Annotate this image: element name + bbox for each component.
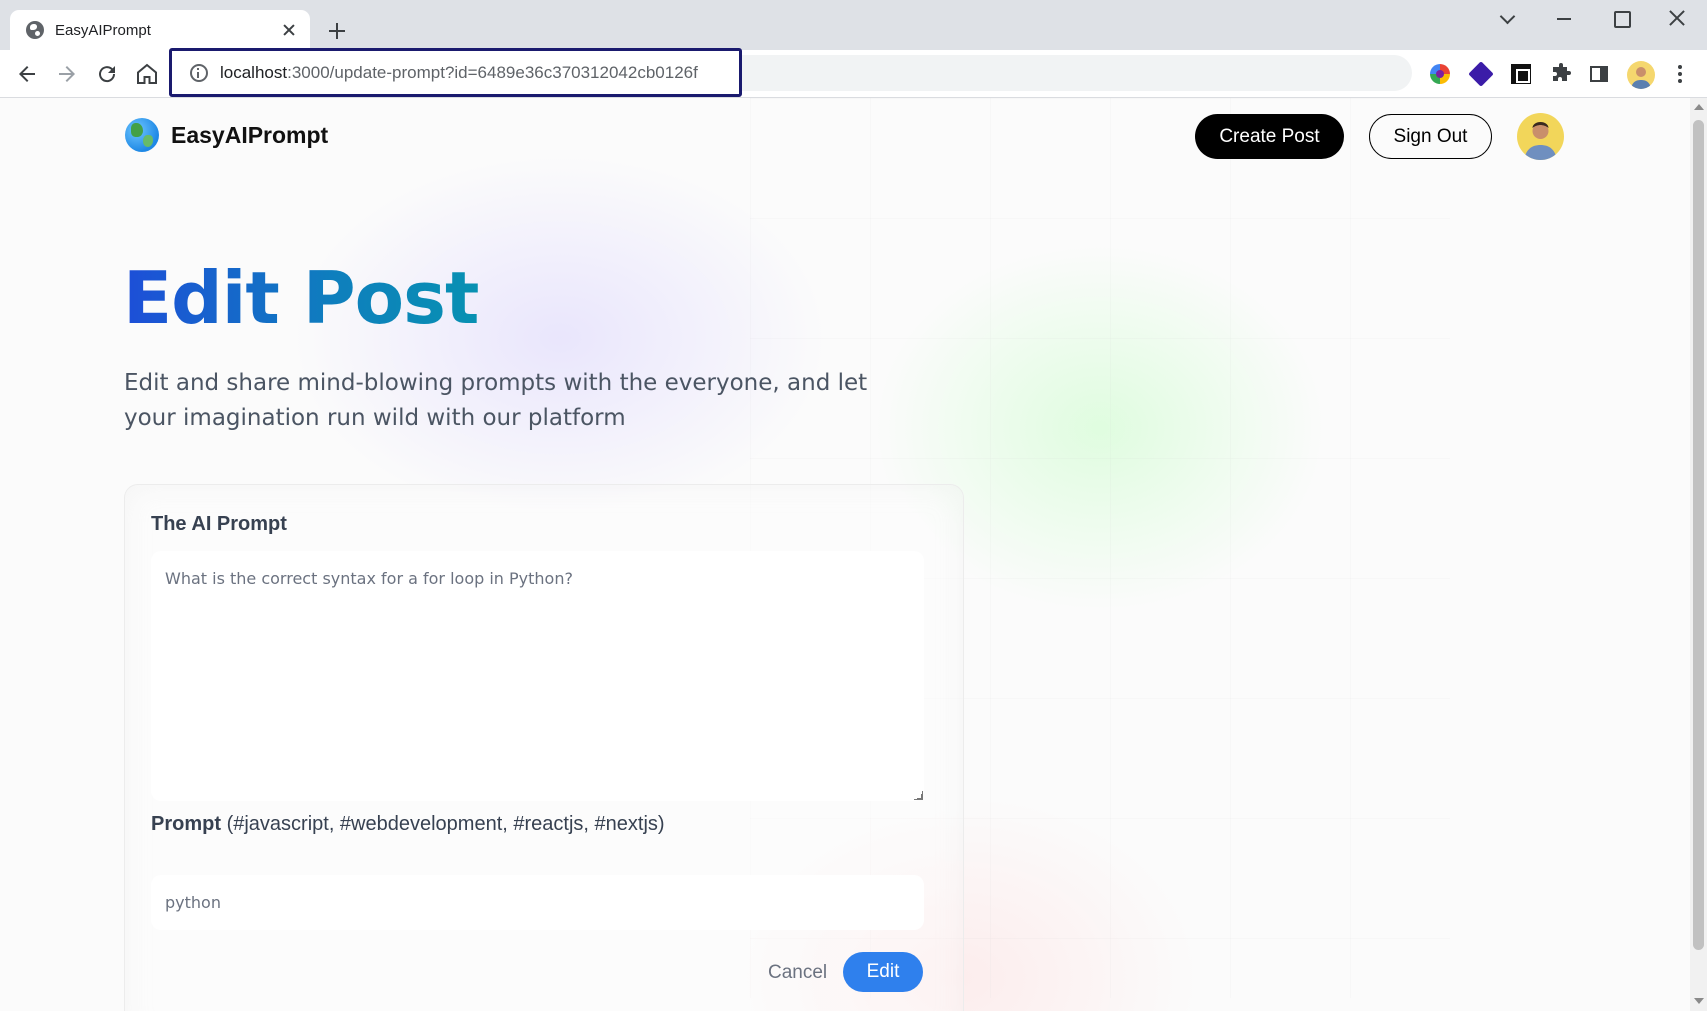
- square-extension-icon[interactable]: [1511, 64, 1531, 84]
- tab-title: EasyAIPrompt: [55, 21, 151, 39]
- minimize-button[interactable]: [1550, 6, 1578, 30]
- scroll-down-icon[interactable]: [1694, 998, 1704, 1004]
- page-title: Edit Post: [123, 256, 479, 340]
- create-post-button[interactable]: Create Post: [1195, 114, 1344, 159]
- url-path: :3000/update-prompt?id=6489e36c370312042…: [287, 62, 698, 82]
- prompt-label-text: The AI Prompt: [151, 513, 287, 535]
- info-icon[interactable]: [190, 63, 208, 82]
- globe-icon: [125, 118, 159, 152]
- page-viewport: EasyAIPrompt Create Post Sign Out Edit P…: [0, 98, 1690, 1011]
- scroll-up-icon[interactable]: [1694, 104, 1704, 110]
- tab-search-button[interactable]: [1494, 6, 1522, 30]
- vertical-scrollbar[interactable]: [1690, 98, 1707, 1011]
- maximize-button[interactable]: [1606, 6, 1634, 30]
- close-icon[interactable]: [280, 21, 298, 39]
- site-logo[interactable]: EasyAIPrompt: [125, 118, 328, 152]
- prompt-label: The AI Prompt: [151, 513, 287, 536]
- cancel-button[interactable]: Cancel: [768, 962, 827, 984]
- user-avatar[interactable]: [1517, 113, 1564, 160]
- menu-icon[interactable]: [1668, 62, 1692, 86]
- color-extension-icon[interactable]: [1430, 64, 1450, 84]
- page-description: Edit and share mind-blowing prompts with…: [124, 370, 868, 431]
- side-panel-icon[interactable]: [1587, 62, 1611, 86]
- url-text[interactable]: localhost:3000/update-prompt?id=6489e36c…: [220, 63, 698, 83]
- tag-label: Prompt (#javascript, #webdevelopment, #r…: [151, 813, 665, 836]
- back-icon[interactable]: [15, 62, 39, 86]
- home-icon[interactable]: [135, 62, 159, 86]
- prompt-textarea[interactable]: What is the correct syntax for a for loo…: [151, 551, 924, 801]
- tab-strip: EasyAIPrompt: [0, 0, 1707, 50]
- forward-icon[interactable]: [55, 62, 79, 86]
- tag-label-hint: (#javascript, #webdevelopment, #reactjs,…: [226, 813, 665, 835]
- browser-tab[interactable]: EasyAIPrompt: [10, 10, 310, 50]
- tag-input[interactable]: [151, 875, 924, 930]
- url-host: localhost: [220, 62, 288, 82]
- tag-label-bold: Prompt: [151, 813, 221, 835]
- reload-icon[interactable]: [95, 62, 119, 86]
- edit-post-form: The AI Prompt What is the correct syntax…: [124, 484, 964, 1011]
- logo-text: EasyAIPrompt: [171, 121, 329, 148]
- profile-avatar[interactable]: [1627, 61, 1655, 89]
- sign-out-button[interactable]: Sign Out: [1369, 114, 1492, 159]
- new-tab-button[interactable]: [326, 20, 348, 42]
- globe-icon: [26, 21, 44, 39]
- window-close-button[interactable]: [1663, 6, 1691, 30]
- address-bar[interactable]: localhost:3000/update-prompt?id=6489e36c…: [169, 48, 742, 97]
- scroll-thumb[interactable]: [1693, 120, 1704, 950]
- extensions-icon[interactable]: [1549, 62, 1573, 86]
- edit-submit-button[interactable]: Edit: [843, 952, 923, 992]
- address-bar-background: [742, 55, 1412, 91]
- resize-handle-icon[interactable]: [914, 791, 923, 800]
